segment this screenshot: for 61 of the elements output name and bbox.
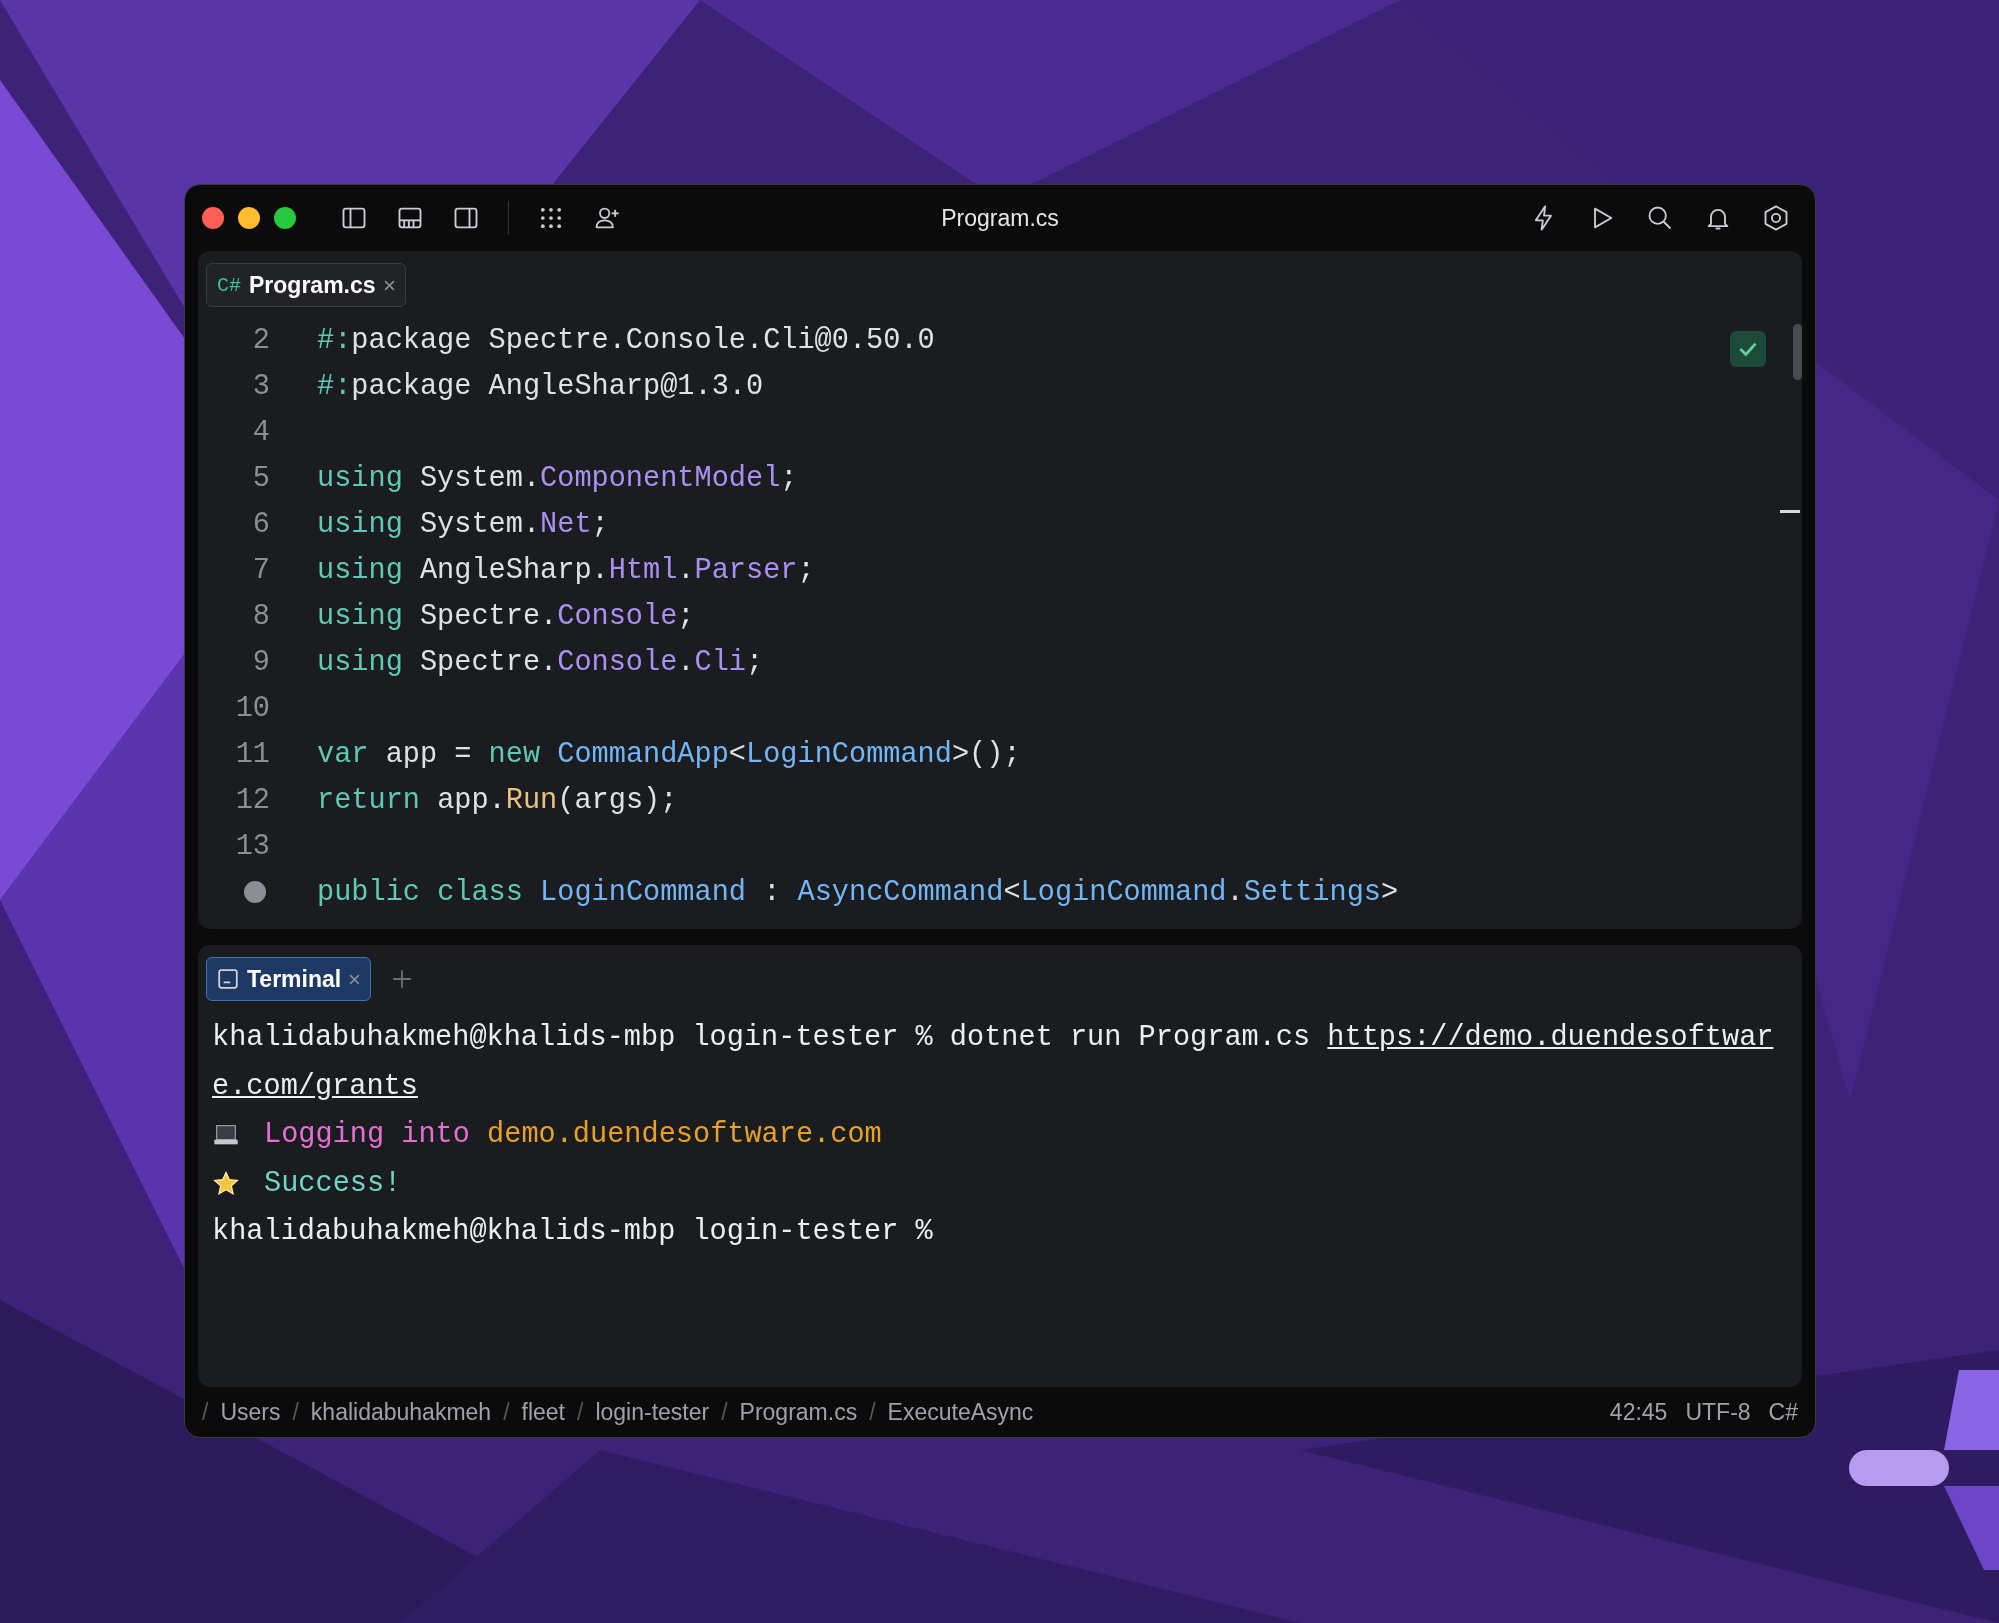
close-icon[interactable] [383,279,395,291]
code-line: #:package AngleSharp@1.3.0 [317,369,764,403]
code-line: using System.ComponentModel; [317,461,798,495]
line-number: 13 [234,829,270,863]
breadcrumb-item[interactable]: Program.cs [739,1398,858,1426]
line-number: 10 [234,691,270,725]
code-line: var app = new CommandApp<LoginCommand>(); [317,737,1021,771]
terminal-output-line: khalidabuhakmeh@khalids-mbp login-tester % dotnet run Program.cs https://demo.duendesoftware.com/grants [212,1020,1774,1105]
line-number: 11 [234,737,270,771]
code-line: using Spectre.Console.Cli; [317,645,764,679]
path-separator: / [292,1398,299,1426]
line-number: 7 [251,553,270,587]
code-line: #:package Spectre.Console.Cli@0.50.0 [317,323,935,357]
editor-tab[interactable]: C# Program.cs [206,263,406,307]
breadcrumb-item[interactable]: khalidabuhakmeh [310,1398,492,1426]
line-number: 3 [251,369,270,403]
file-language[interactable]: C# [1768,1398,1798,1426]
gutter-dot-icon[interactable] [244,881,266,903]
cursor-position[interactable]: 42:45 [1609,1398,1668,1426]
maximize-window-button[interactable] [274,207,296,229]
terminal-output-line: Logging into demo.duendesoftware.com [264,1117,882,1153]
check-icon[interactable] [1730,331,1766,367]
breadcrumb-item[interactable]: Users [220,1398,281,1426]
tab-label: Program.cs [249,271,376,299]
star-icon [212,1169,240,1198]
path-separator: / [577,1398,584,1426]
path-separator: / [721,1398,728,1426]
code-line: using Spectre.Console; [317,599,695,633]
path-separator: / [503,1398,510,1426]
tab-label: Terminal [247,965,342,993]
minimize-window-button[interactable] [238,207,260,229]
terminal-tab[interactable]: Terminal [206,957,372,1001]
file-encoding[interactable]: UTF-8 [1685,1398,1751,1426]
scroll-marker [1780,510,1800,513]
line-number: 5 [251,461,270,495]
path-separator: / [202,1398,209,1426]
csharp-file-label: C# [217,273,241,297]
scrollbar-thumb[interactable] [1793,324,1802,380]
line-number: 9 [251,645,270,679]
line-number: 6 [251,507,270,541]
breadcrumb-item[interactable]: fleet [521,1398,565,1426]
search-icon[interactable] [1646,204,1674,232]
code-line: using System.Net; [317,507,609,541]
breadcrumb-item[interactable]: ExecuteAsync [887,1398,1034,1426]
code-line: return app.Run(args); [317,783,678,817]
add-tab-icon[interactable] [391,968,414,990]
code-line: using AngleSharp.Html.Parser; [317,553,815,587]
settings-icon[interactable] [1762,204,1790,232]
line-number: 4 [251,415,270,449]
code-line: public class LoginCommand : AsyncCommand<LoginCommand.Settings> [317,875,1399,909]
line-number: 8 [251,599,270,633]
window-title: Program.cs [941,204,1059,232]
terminal-output-line: khalidabuhakmeh@khalids-mbp login-tester % [212,1214,933,1250]
breadcrumb-item[interactable]: login-tester [595,1398,710,1426]
terminal-icon [217,968,239,990]
line-number: 2 [251,323,270,357]
close-window-button[interactable] [202,207,224,229]
path-separator: / [869,1398,876,1426]
close-icon[interactable] [349,973,361,985]
terminal-output-line: Success! [264,1165,402,1202]
line-number: 12 [234,783,270,817]
